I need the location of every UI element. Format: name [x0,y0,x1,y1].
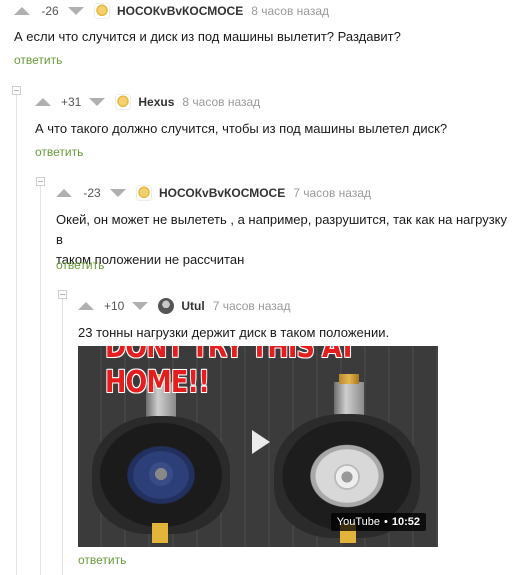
upvote-arrow-icon[interactable] [78,302,94,310]
comment-time[interactable]: 8 часов назад [182,95,260,109]
comment-username[interactable]: Hexus [138,95,174,109]
comment-text: Окей, он может не вылететь , а например,… [56,210,516,270]
comment-text: А если что случится и диск из под машины… [14,27,401,47]
comment-rating: -26 [41,4,59,18]
comment-text-line: А если что случится и диск из под машины… [14,29,401,44]
comment-text-line: Окей, он может не вылететь , а например,… [56,212,508,247]
comment-text-line: таком положении не рассчитан [56,252,245,267]
upvote-arrow-icon[interactable] [14,7,30,15]
video-source: YouTube [336,516,380,528]
downvote-arrow-icon[interactable] [68,7,84,15]
comment-rating: -23 [83,186,101,200]
upvote-arrow-icon[interactable] [35,98,51,106]
downvote-arrow-icon[interactable] [110,189,126,197]
comment-rating: +31 [61,95,82,109]
comment-text: А что такого должно случится, чтобы из п… [35,119,447,139]
wheel-left [92,416,230,534]
comment-text-line: А что такого должно случится, чтобы из п… [35,121,448,136]
comment-username[interactable]: НОСОКvВvКОСМОСЕ [159,186,285,200]
comment-time[interactable]: 7 часов назад [293,186,371,200]
comment-rating: +10 [104,299,125,313]
comment-time[interactable]: 8 часов назад [251,4,329,18]
comment-text: 23 тонны нагрузки держит диск в таком по… [78,323,389,343]
user-avatar[interactable] [136,185,152,201]
reply-link[interactable]: ответить [14,53,62,67]
thread-line-3 [62,298,63,575]
video-banner-text: DONT TRY THIS AT HOME!! [105,346,356,400]
separator-dot-icon: • [384,516,388,528]
reply-link[interactable]: ответить [35,145,83,159]
comment-text-line: 23 тонны нагрузки держит диск в таком по… [78,325,390,340]
collapse-minus-icon[interactable] [12,86,21,95]
collapse-minus-icon[interactable] [36,177,45,186]
reply-link[interactable]: ответить [56,258,104,272]
user-avatar[interactable] [94,3,110,19]
comment-username[interactable]: НОСОКvВvКОСМОСЕ [117,4,243,18]
user-avatar[interactable] [158,298,175,314]
comment-username[interactable]: Utul [181,299,204,313]
downvote-arrow-icon[interactable] [89,98,106,106]
reply-link[interactable]: ответить [78,553,126,567]
support-block-left [152,523,168,543]
video-duration: 10:52 [391,516,420,528]
downvote-arrow-icon[interactable] [132,302,149,310]
youtube-badge: YouTube • 10:52 [330,513,426,531]
collapse-minus-icon[interactable] [58,290,67,299]
thread-line-1 [16,95,17,575]
thread-line-2 [40,185,41,575]
upvote-arrow-icon[interactable] [56,189,72,197]
comment-time[interactable]: 7 часов назад [213,299,291,313]
play-icon[interactable] [252,430,270,454]
video-embed[interactable]: DONT TRY THIS AT HOME!! YouTube • 10:52 [78,346,438,547]
user-avatar[interactable] [115,94,132,110]
